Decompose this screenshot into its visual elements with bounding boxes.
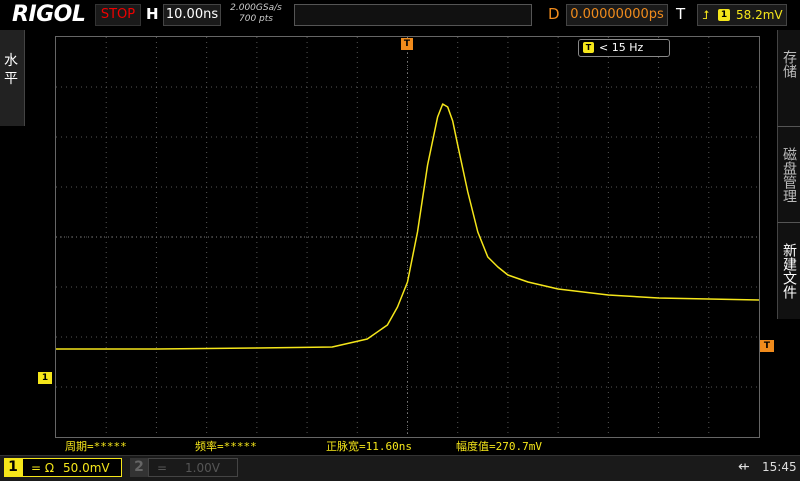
trigger-settings[interactable]: ⮥ 1 58.2mV	[697, 4, 787, 26]
menu-new-file-label: 新建文件	[781, 243, 797, 299]
memory-depth: 700 pts	[239, 14, 273, 24]
trigger-position-marker[interactable]: T	[401, 38, 413, 50]
trigger-level-marker[interactable]: T	[760, 340, 774, 352]
ch1-settings[interactable]: = Ω 50.0mV	[22, 458, 122, 477]
brand-logo: RIGOL	[12, 2, 86, 27]
menu-disk-management[interactable]: 磁盘管理	[777, 126, 800, 223]
measurement-amplitude: 幅度值=270.7mV	[456, 440, 542, 453]
waveform-display[interactable]	[55, 36, 760, 438]
waveform-grid	[56, 37, 760, 437]
ch2-coupling: =	[157, 461, 168, 475]
sample-rate: 2.000GSa/s	[230, 3, 282, 13]
ch2-settings[interactable]: = 1.00V	[148, 458, 238, 477]
measurement-positive-width: 正脉宽=11.60ns	[326, 440, 412, 453]
horizontal-menu-label: 水平	[4, 53, 18, 87]
ch1-badge[interactable]: 1	[4, 458, 22, 477]
menu-disk-management-label: 磁盘管理	[781, 147, 797, 203]
counter-badge: T	[583, 42, 594, 53]
ch1-coupling: = Ω	[31, 461, 55, 475]
frequency-counter: T < 15 Hz	[578, 39, 670, 57]
menu-new-file[interactable]: 新建文件	[777, 222, 800, 319]
ch2-scale: 1.00V	[185, 461, 220, 475]
ch2-badge[interactable]: 2	[130, 458, 148, 477]
trigger-source-badge: 1	[718, 9, 730, 21]
measurement-period: 周期=*****	[65, 440, 127, 453]
trigger-label: T	[676, 5, 686, 23]
measurement-frequency: 频率=*****	[195, 440, 257, 453]
top-status-bar: RIGOL STOP H 10.00ns 2.000GSa/s 700 pts …	[0, 0, 800, 30]
system-clock: 15:45	[762, 460, 797, 474]
ch1-scale: 50.0mV	[63, 461, 110, 475]
counter-value: < 15 Hz	[599, 41, 644, 54]
horizontal-menu-tab[interactable]: 水平	[0, 30, 25, 126]
menu-save[interactable]: 存储	[777, 30, 800, 126]
usb-icon: ⇷	[738, 459, 750, 475]
ch1-offset-marker[interactable]: 1	[38, 372, 52, 384]
horizontal-label: H	[146, 5, 159, 23]
run-stop-status[interactable]: STOP	[95, 4, 141, 26]
delay-value[interactable]: 0.00000000ps	[566, 4, 668, 26]
rising-edge-icon: ⮥	[702, 8, 710, 22]
acquisition-info: 2.000GSa/s 700 pts	[227, 3, 285, 25]
timebase-value[interactable]: 10.00ns	[163, 4, 221, 26]
delay-label: D	[548, 5, 560, 23]
memory-position-bar[interactable]	[294, 4, 705, 26]
menu-save-label: 存储	[781, 50, 797, 78]
trigger-level-value: 58.2mV	[736, 8, 783, 22]
